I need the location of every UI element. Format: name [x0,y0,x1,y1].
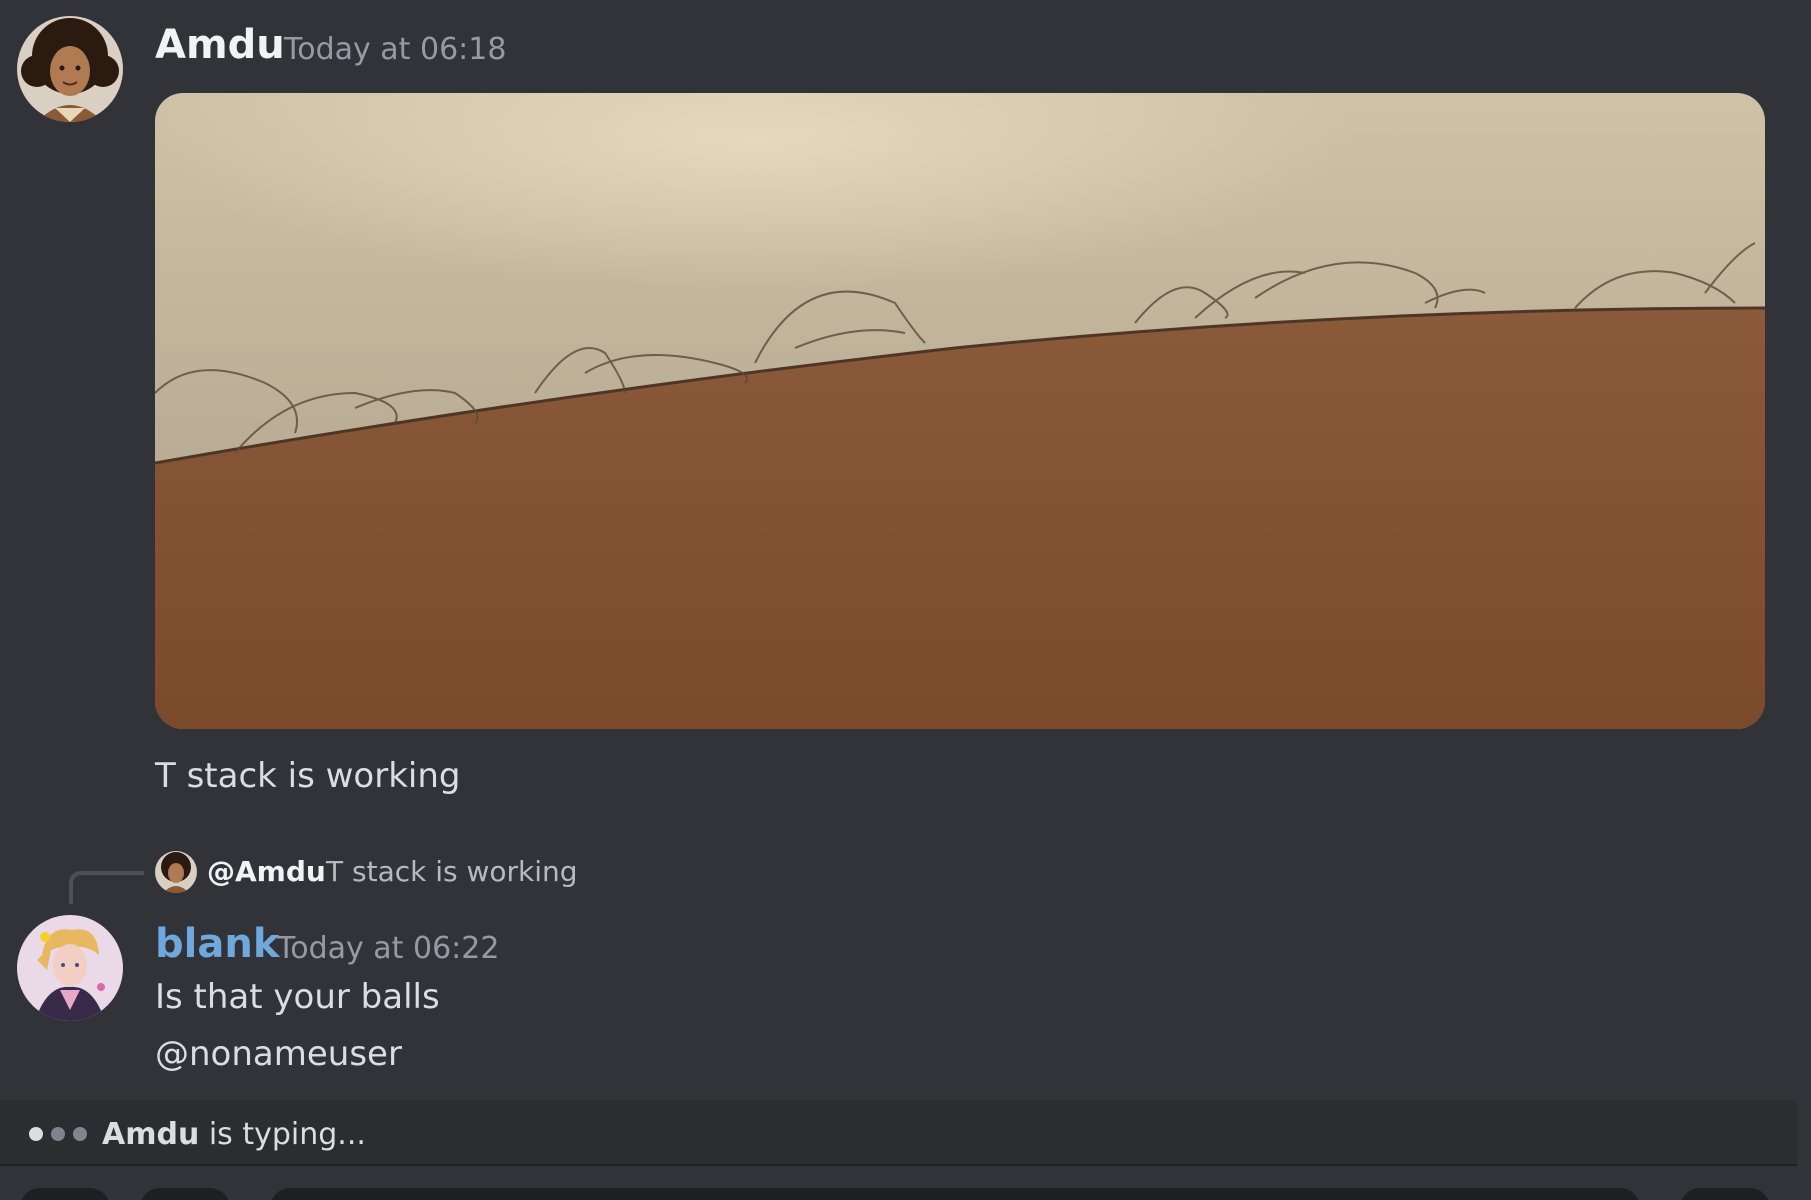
curly-hair-man-avatar-icon [17,16,123,122]
amdu-avatar[interactable] [17,16,123,122]
reply-preview-text[interactable]: T stack is working [326,858,578,886]
typing-dot-icon [29,1127,43,1141]
typing-user: Amdu [102,1117,200,1152]
emoji-button[interactable] [1680,1188,1770,1200]
blank-username[interactable]: blank [155,924,279,964]
message-timestamp: Today at 06:22 [277,931,500,966]
reply-author-mention[interactable]: @Amdu [207,858,326,886]
add-attachment-button[interactable] [20,1188,110,1200]
gift-button[interactable] [140,1188,230,1200]
message-text: Is that your balls [155,977,440,1017]
typing-suffix: is typing... [199,1117,366,1152]
message-text: T stack is working [155,756,461,796]
anime-character-avatar-icon [17,915,123,1021]
message-timestamp: Today at 06:18 [284,32,507,67]
typing-dot-icon [51,1127,65,1141]
reply-author-avatar[interactable] [155,851,197,893]
amdu-username[interactable]: Amdu [155,25,285,65]
blank-avatar[interactable] [17,915,123,1021]
photo-attachment-image [155,93,1765,729]
typing-indicator: Amdu is typing... [0,1100,1797,1166]
typing-dot-icon [73,1127,87,1141]
chat-view: Amdu Today at 06:18 T stack is working @… [0,0,1811,1200]
user-mention[interactable]: @nonameuser [155,1037,402,1071]
message-input[interactable] [270,1188,1640,1200]
photo-attachment[interactable] [155,93,1765,729]
typing-text: Amdu is typing... [102,1120,366,1150]
curly-hair-man-avatar-icon [155,851,197,893]
reply-connector [69,871,144,904]
